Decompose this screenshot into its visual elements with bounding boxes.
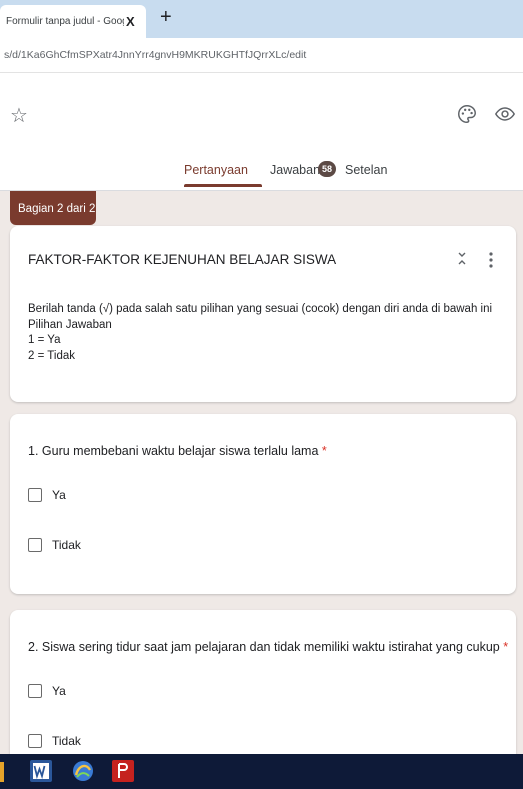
- tab-title: Formulir tanpa judul - Google Fo: [6, 16, 124, 27]
- responses-count-badge: 58: [318, 161, 336, 177]
- option-label: Ya: [52, 684, 66, 698]
- checkbox[interactable]: [28, 684, 42, 698]
- section-description[interactable]: Berilah tanda (√) pada salah satu piliha…: [28, 302, 492, 364]
- collapse-icon[interactable]: [456, 250, 468, 270]
- option-tidak[interactable]: Tidak: [28, 734, 81, 748]
- option-ya[interactable]: Ya: [28, 488, 66, 502]
- section-title[interactable]: FAKTOR-FAKTOR KEJENUHAN BELAJAR SISWA: [28, 252, 336, 267]
- option-ya[interactable]: Ya: [28, 684, 66, 698]
- palette-icon[interactable]: [456, 103, 478, 125]
- browser-tab[interactable]: Formulir tanpa judul - Google Fo X: [0, 5, 146, 38]
- tab-settings[interactable]: Setelan: [345, 163, 387, 177]
- question-text: 1. Guru membebani waktu belajar siswa te…: [28, 444, 319, 458]
- question-card[interactable]: 1. Guru membebani waktu belajar siswa te…: [10, 414, 516, 594]
- required-asterisk: *: [503, 640, 509, 654]
- description-line: 1 = Ya: [28, 334, 61, 346]
- taskbar: [0, 754, 523, 789]
- section-header-card[interactable]: FAKTOR-FAKTOR KEJENUHAN BELAJAR SISWA Be…: [10, 226, 516, 402]
- browser-tab-strip: Formulir tanpa judul - Google Fo X +: [0, 0, 523, 38]
- question-title: 2. Siswa sering tidur saat jam pelajaran…: [28, 640, 508, 654]
- close-tab-icon[interactable]: X: [126, 14, 135, 29]
- description-line: Berilah tanda (√) pada salah satu piliha…: [28, 303, 493, 315]
- eye-icon[interactable]: [494, 103, 516, 125]
- description-line: 2 = Tidak: [28, 349, 75, 362]
- checkbox[interactable]: [28, 488, 42, 502]
- description-line: Pilihan Jawaban: [28, 318, 112, 331]
- form-header: ☆ Pertanyaan Jawaban 58 Setelan: [0, 73, 523, 191]
- section-label: Bagian 2 dari 2: [10, 191, 96, 225]
- question-card[interactable]: 2. Siswa sering tidur saat jam pelajaran…: [10, 610, 516, 760]
- required-asterisk: *: [321, 444, 327, 458]
- tab-responses[interactable]: Jawaban: [270, 163, 320, 177]
- question-text: 2. Siswa sering tidur saat jam pelajaran…: [28, 640, 500, 654]
- more-vert-icon[interactable]: [488, 250, 494, 270]
- address-bar[interactable]: s/d/1Ka6GhCfmSPXatr4JnnYrr4gnvH9MKRUKGHT…: [0, 38, 523, 73]
- pdf-icon[interactable]: [110, 758, 136, 784]
- option-label: Ya: [52, 488, 66, 502]
- new-tab-icon[interactable]: +: [160, 7, 172, 27]
- option-tidak[interactable]: Tidak: [28, 538, 81, 552]
- word-icon[interactable]: [28, 758, 54, 784]
- taskbar-edge: [0, 762, 4, 782]
- option-label: Tidak: [52, 734, 81, 748]
- star-icon[interactable]: ☆: [10, 103, 28, 128]
- checkbox[interactable]: [28, 538, 42, 552]
- active-tab-indicator: [184, 184, 262, 187]
- option-label: Tidak: [52, 538, 81, 552]
- tab-questions[interactable]: Pertanyaan: [184, 163, 248, 177]
- url-text[interactable]: s/d/1Ka6GhCfmSPXatr4JnnYrr4gnvH9MKRUKGHT…: [4, 49, 306, 61]
- media-player-icon[interactable]: [70, 758, 96, 784]
- question-title: 1. Guru membebani waktu belajar siswa te…: [28, 444, 327, 458]
- form-tabs: Pertanyaan Jawaban 58 Setelan: [0, 161, 523, 187]
- checkbox[interactable]: [28, 734, 42, 748]
